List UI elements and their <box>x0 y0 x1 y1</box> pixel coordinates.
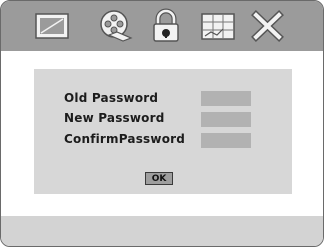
old-password-label: Old Password <box>64 91 159 105</box>
old-password-field[interactable] <box>201 91 251 106</box>
settings-window: Old Password New Password ConfirmPasswor… <box>0 0 324 247</box>
ok-button[interactable]: OK <box>145 172 173 185</box>
confirm-password-field[interactable] <box>201 133 251 148</box>
close-icon[interactable] <box>248 8 286 44</box>
confirm-password-label: ConfirmPassword <box>64 132 186 146</box>
status-bar <box>1 216 323 246</box>
monitor-icon[interactable] <box>33 8 71 44</box>
lock-icon[interactable] <box>147 8 185 44</box>
film-reel-icon[interactable] <box>97 8 135 44</box>
new-password-field[interactable] <box>201 112 251 127</box>
grid-tv-icon[interactable] <box>199 8 237 44</box>
settings-toolbar <box>1 1 323 51</box>
new-password-label: New Password <box>64 111 165 125</box>
password-panel: Old Password New Password ConfirmPasswor… <box>34 69 292 194</box>
